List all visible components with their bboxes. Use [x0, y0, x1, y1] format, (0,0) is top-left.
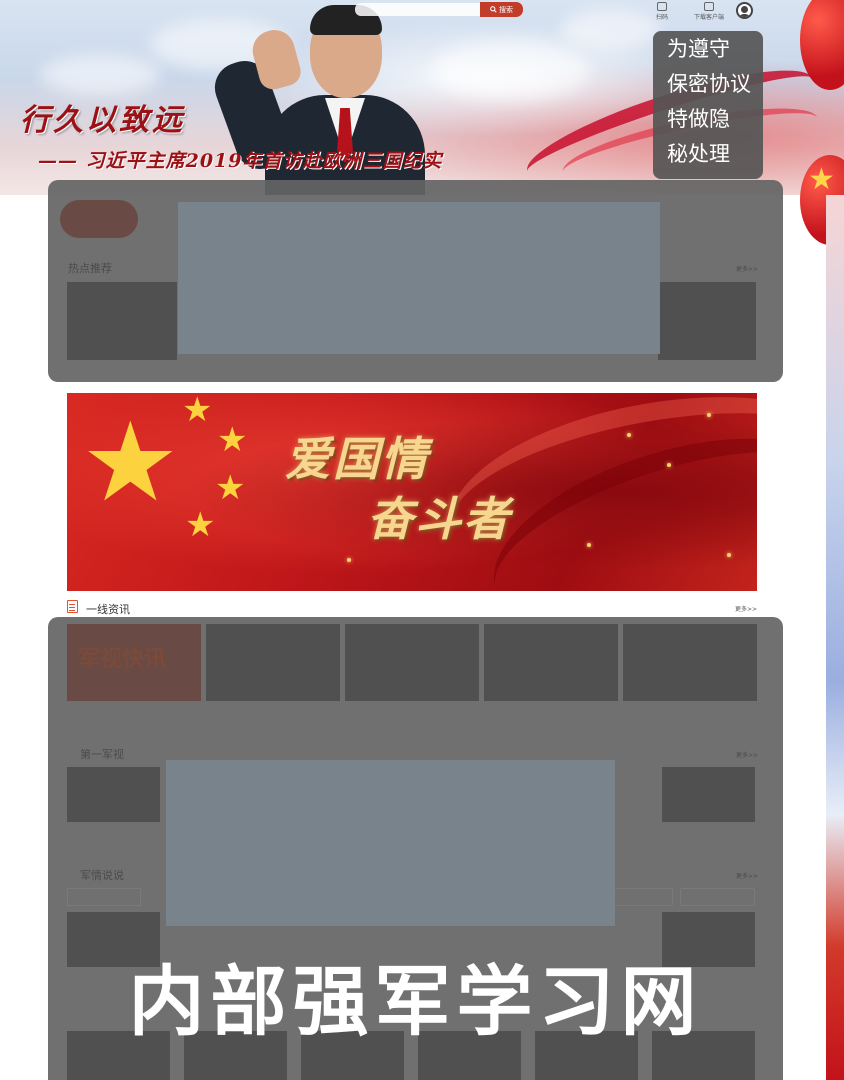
star-icon: ★	[182, 393, 213, 430]
star-icon: ★	[215, 468, 246, 508]
search-button-label: 搜索	[499, 5, 513, 14]
star-icon: ★	[81, 398, 180, 526]
star-icon: ★	[217, 420, 248, 460]
news-thumbnail[interactable]	[662, 767, 755, 822]
news-thumbnail[interactable]	[345, 624, 479, 701]
search-button[interactable]: 搜索	[480, 2, 523, 17]
news-thumbnail[interactable]	[67, 767, 160, 822]
scan-icon	[657, 2, 667, 11]
news-thumbnail[interactable]	[206, 624, 340, 701]
document-icon	[67, 600, 78, 613]
promo-banner[interactable]: ★ ★ ★ ★ ★ 爱国情 奋斗者	[67, 393, 757, 591]
section-title: 军情说说	[80, 869, 124, 882]
promo-title: 爱国情	[285, 432, 429, 486]
tab[interactable]	[680, 888, 755, 906]
privacy-notice: 为遵守 保密协议 特做隐 秘处理	[653, 31, 763, 179]
hot-section-title: 热点推荐	[68, 262, 112, 275]
section-title: 一线资讯	[86, 603, 130, 616]
logo	[60, 200, 138, 238]
user-avatar-icon[interactable]	[736, 2, 753, 19]
news-thumbnail[interactable]	[623, 624, 757, 701]
scan-button[interactable]: 扫码	[656, 2, 668, 21]
search-icon	[490, 6, 497, 13]
search-input[interactable]	[355, 3, 480, 16]
promo-subtitle: 奋斗者	[367, 492, 511, 546]
section-header: 一线资讯 更多>>	[67, 600, 757, 616]
news-thumbnail[interactable]	[484, 624, 618, 701]
tab[interactable]	[67, 888, 141, 906]
banner-title: 行久以致远	[20, 103, 185, 138]
redacted-block	[178, 202, 660, 354]
desktop-icon	[704, 2, 714, 11]
star-icon: ★	[808, 162, 835, 197]
tab[interactable]	[613, 888, 673, 906]
redacted-block	[166, 760, 615, 926]
news-thumbnail[interactable]	[67, 282, 177, 360]
news-thumbnail[interactable]	[658, 282, 756, 360]
section-title: 第一军视	[80, 748, 124, 761]
star-icon: ★	[185, 505, 216, 545]
more-link[interactable]: 更多>>	[736, 750, 758, 759]
hot-section-more[interactable]: 更多>>	[736, 264, 758, 273]
more-link[interactable]: 更多>>	[736, 871, 758, 880]
banner-subtitle: —— 习近平主席2019年首访赴欧洲三国纪实	[38, 150, 443, 172]
side-decoration	[826, 195, 844, 1080]
site-watermark: 内部强军学习网	[128, 957, 703, 1046]
thumbnail-caption: 军视快讯	[78, 647, 167, 672]
download-client-button[interactable]: 下载客户端	[694, 2, 724, 21]
more-link[interactable]: 更多>>	[735, 604, 757, 613]
